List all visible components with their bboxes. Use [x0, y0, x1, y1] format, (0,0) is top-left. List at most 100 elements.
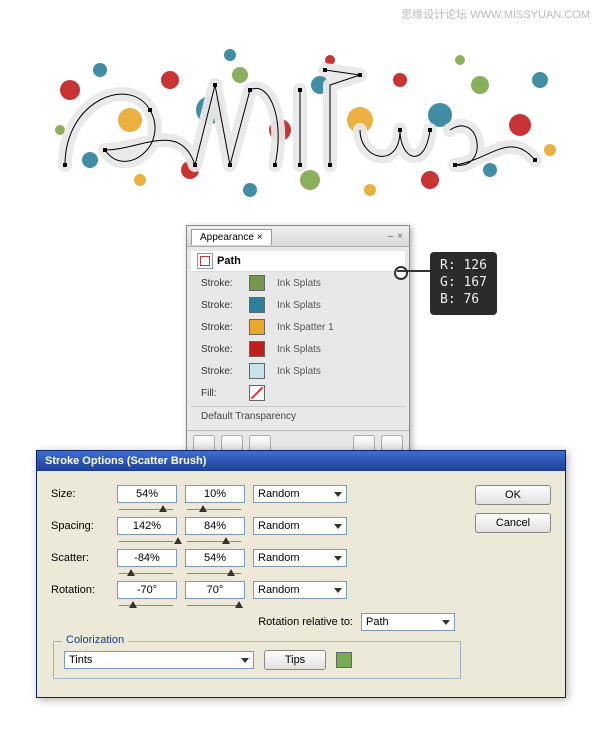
- slider-track[interactable]: [187, 540, 241, 544]
- cancel-button[interactable]: Cancel: [475, 513, 551, 533]
- row-label: Spacing:: [51, 520, 107, 532]
- slider-thumb[interactable]: [227, 569, 235, 576]
- slider-thumb[interactable]: [174, 537, 182, 544]
- callout-line: [397, 270, 430, 272]
- value-input-group: [117, 549, 175, 567]
- variation-dropdown[interactable]: Random: [253, 517, 347, 535]
- fill-row[interactable]: Fill:: [187, 382, 409, 404]
- path-item[interactable]: Path: [191, 251, 405, 272]
- default-transparency[interactable]: Default Transparency: [191, 406, 405, 426]
- chevron-down-icon: [241, 658, 249, 663]
- value-input[interactable]: [185, 485, 245, 503]
- slider-thumb[interactable]: [222, 537, 230, 544]
- appearance-panel: Appearance × – × Path Stroke: Ink Splats S…: [186, 225, 410, 458]
- value-input[interactable]: [117, 485, 177, 503]
- slider-thumb[interactable]: [159, 505, 167, 512]
- dialog-title: Stroke Options (Scatter Brush): [37, 451, 565, 471]
- slider-track[interactable]: [119, 540, 173, 544]
- row-label: Rotation:: [51, 584, 107, 596]
- value-input[interactable]: [117, 549, 177, 567]
- colorization-fieldset: Colorization Tints Tips: [53, 641, 461, 679]
- value-input-group: [185, 581, 243, 599]
- rotation-relative-label: Rotation relative to:: [258, 616, 353, 628]
- rgb-tooltip: R: 126 G: 167 B: 76: [430, 252, 497, 315]
- slider-thumb[interactable]: [199, 505, 207, 512]
- brush-name: Ink Splats: [277, 278, 321, 289]
- slider-track[interactable]: [119, 508, 173, 512]
- value-input[interactable]: [117, 581, 177, 599]
- slider-track[interactable]: [119, 572, 173, 576]
- value-input-group: [185, 549, 243, 567]
- stroke-color-swatch[interactable]: [249, 363, 265, 379]
- chevron-down-icon: [442, 620, 450, 625]
- stroke-color-swatch[interactable]: [249, 297, 265, 313]
- slider-track[interactable]: [119, 604, 173, 608]
- brush-name: Ink Splats: [277, 344, 321, 355]
- tips-button[interactable]: Tips: [264, 650, 326, 670]
- value-input-group: [185, 517, 243, 535]
- value-input[interactable]: [185, 549, 245, 567]
- artwork-preview: [30, 30, 570, 220]
- path-label: Path: [217, 255, 241, 267]
- stroke-color-swatch[interactable]: [249, 341, 265, 357]
- colorization-legend: Colorization: [62, 634, 128, 646]
- rgb-r: R: 126: [440, 258, 487, 275]
- stroke-row[interactable]: Stroke: Ink Splats: [187, 272, 409, 294]
- slider-thumb[interactable]: [129, 601, 137, 608]
- chevron-down-icon: [334, 556, 342, 561]
- chevron-down-icon: [334, 524, 342, 529]
- value-input-group: [117, 581, 175, 599]
- watermark-text: 思缘设计论坛 WWW.MISSYUAN.COM: [401, 6, 590, 22]
- slider-thumb[interactable]: [235, 601, 243, 608]
- slider-track[interactable]: [187, 572, 241, 576]
- stroke-label: Stroke:: [201, 344, 243, 355]
- value-input-group: [117, 517, 175, 535]
- fill-label: Fill:: [201, 388, 243, 399]
- slider-track[interactable]: [187, 604, 241, 608]
- close-icon[interactable]: ×: [397, 231, 403, 242]
- stroke-label: Stroke:: [201, 322, 243, 333]
- stroke-row[interactable]: Stroke:Ink Splats: [187, 294, 409, 316]
- slider-thumb[interactable]: [127, 569, 135, 576]
- stroke-label: Stroke:: [201, 278, 243, 289]
- value-input-group: [185, 485, 243, 503]
- option-row: Size: Random: [51, 485, 463, 503]
- brush-name: Ink Splats: [277, 300, 321, 311]
- stroke-row[interactable]: Stroke: Ink Splats: [187, 338, 409, 360]
- fill-none-swatch[interactable]: [249, 385, 265, 401]
- slider-track[interactable]: [187, 508, 241, 512]
- stroke-row[interactable]: Stroke: Ink Splats: [187, 360, 409, 382]
- row-label: Size:: [51, 488, 107, 500]
- variation-dropdown[interactable]: Random: [253, 549, 347, 567]
- stroke-label: Stroke:: [201, 366, 243, 377]
- variation-dropdown[interactable]: Random: [253, 581, 347, 599]
- rgb-b: B: 76: [440, 292, 487, 309]
- chevron-down-icon: [334, 588, 342, 593]
- value-input[interactable]: [117, 517, 177, 535]
- key-color-swatch[interactable]: [336, 652, 352, 668]
- colorization-dropdown[interactable]: Tints: [64, 651, 254, 669]
- path-icon: [197, 253, 213, 269]
- value-input[interactable]: [185, 581, 245, 599]
- brush-name: Ink Splats: [277, 366, 321, 377]
- appearance-tab[interactable]: Appearance ×: [191, 229, 272, 245]
- option-row: Rotation: Random: [51, 581, 463, 599]
- ok-button[interactable]: OK: [475, 485, 551, 505]
- value-input[interactable]: [185, 517, 245, 535]
- option-row: Scatter: Random: [51, 549, 463, 567]
- stroke-color-swatch[interactable]: [249, 275, 265, 291]
- option-row: Spacing: Random: [51, 517, 463, 535]
- stroke-row[interactable]: Stroke: Ink Spatter 1: [187, 316, 409, 338]
- row-label: Scatter:: [51, 552, 107, 564]
- callout-dot: [394, 266, 408, 280]
- variation-dropdown[interactable]: Random: [253, 485, 347, 503]
- rgb-g: G: 167: [440, 275, 487, 292]
- chevron-down-icon: [334, 492, 342, 497]
- value-input-group: [117, 485, 175, 503]
- stroke-options-dialog: Stroke Options (Scatter Brush) Size: Rand…: [36, 450, 566, 698]
- stroke-color-swatch[interactable]: [249, 319, 265, 335]
- minimize-icon[interactable]: –: [388, 231, 394, 242]
- rotation-relative-dropdown[interactable]: Path: [361, 613, 455, 631]
- panel-titlebar[interactable]: Appearance × – ×: [187, 226, 409, 247]
- brush-name: Ink Spatter 1: [277, 322, 334, 333]
